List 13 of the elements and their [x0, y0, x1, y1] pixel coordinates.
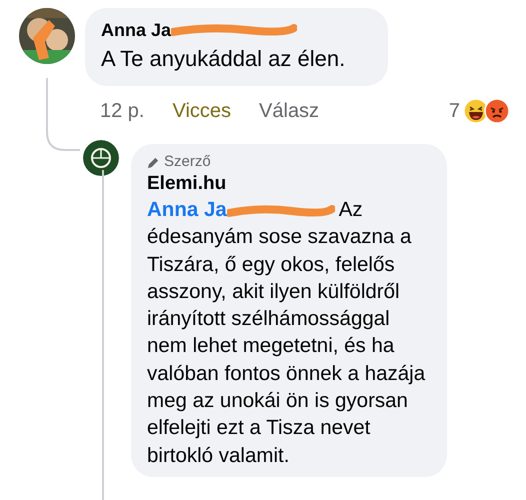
author-name[interactable]: Anna Ja [101, 18, 172, 42]
angry-emoji-icon [484, 98, 510, 124]
mention-link[interactable]: Anna Ja [147, 198, 227, 221]
reaction-link[interactable]: Vicces [172, 100, 232, 122]
author-name[interactable]: Elemi.hu [147, 172, 431, 196]
comment-text: A Te anyukáddal az élen. [101, 45, 346, 73]
reaction-count: 7 [448, 100, 460, 122]
pencil-icon [147, 156, 160, 168]
author-label: Szerző [164, 152, 211, 172]
reply-link[interactable]: Válasz [259, 100, 320, 122]
reply-text: Anna Ja Az édesanyám sose szavazna a Tiszára, ő egy okos, felelős asszony, akit ilyen külföldről irányított szélhámossággal nem lehet megetetni, és ha valóban fontos önnek a hazája meg az unokái ön is gyorsan elfelejti ezt a Tisza nevet birtokló valamit. [147, 197, 426, 469]
comment-time: 12 p. [100, 100, 144, 122]
elemi-logo-icon[interactable] [83, 140, 119, 176]
